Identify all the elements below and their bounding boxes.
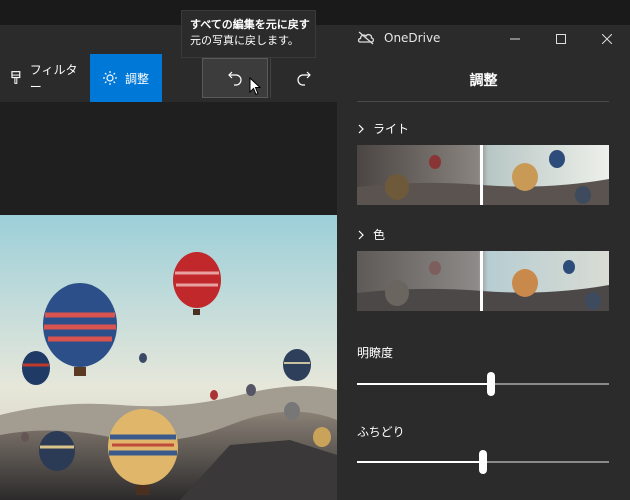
slider-fill [357, 383, 491, 385]
panel-title: 調整 [469, 73, 498, 89]
section-light-header[interactable]: ライト [357, 120, 409, 137]
color-preview-strip[interactable] [357, 251, 609, 311]
slider-fill [357, 461, 483, 463]
chevron-right-icon [358, 230, 364, 239]
light-preview-strip[interactable] [357, 145, 609, 205]
window-title: OneDrive [384, 31, 441, 45]
maximize-icon [556, 34, 566, 44]
tab-adjust[interactable]: 調整 [90, 54, 162, 102]
light-preview-image [357, 145, 609, 205]
mouse-cursor-icon [249, 77, 261, 96]
redo-button[interactable] [270, 58, 336, 98]
clarity-slider[interactable] [357, 372, 609, 396]
minimize-icon [510, 38, 520, 40]
edit-toolbar: フィルター 調整 [0, 54, 337, 102]
section-color-header[interactable]: 色 [357, 226, 385, 243]
maximize-button[interactable] [538, 24, 584, 54]
slider-thumb[interactable] [479, 450, 487, 474]
slider-thumb[interactable] [487, 372, 495, 396]
photo-canvas [0, 102, 337, 500]
vignette-label: ふちどり [357, 425, 405, 439]
undo-icon [228, 71, 242, 86]
clarity-label: 明瞭度 [357, 346, 394, 360]
tab-filter[interactable]: フィルター [10, 54, 88, 102]
section-color-label: 色 [373, 228, 386, 242]
sun-icon [102, 71, 117, 85]
tab-adjust-label: 調整 [124, 71, 149, 86]
panel-divider [357, 101, 609, 102]
undo-tooltip: すべての編集を元に戻す 元の写真に戻します。 [181, 10, 316, 58]
tooltip-title: すべての編集を元に戻す [190, 18, 310, 31]
minimize-button[interactable] [492, 24, 538, 54]
tab-filter-label: フィルター [29, 63, 78, 94]
close-icon [602, 34, 612, 44]
redo-icon [296, 71, 311, 86]
section-light-label: ライト [373, 122, 410, 136]
close-button[interactable] [584, 24, 630, 54]
color-compare-divider [480, 251, 483, 311]
light-compare-divider [480, 145, 483, 205]
color-preview-image [357, 251, 609, 311]
photos-app-window: OneDrive フィルター 調整 調整 ライト 色 明瞭度 ふちどり すべての… [0, 0, 630, 500]
tooltip-description: 元の写真に戻します。 [190, 34, 299, 47]
onedrive-cloud-icon [357, 31, 375, 45]
brush-icon [11, 71, 21, 84]
adjustment-panel: 調整 ライト 色 明瞭度 ふちどり [337, 54, 630, 500]
hot-air-balloons-photo [0, 215, 337, 500]
vignette-slider[interactable] [357, 450, 609, 474]
chevron-right-icon [358, 124, 364, 133]
